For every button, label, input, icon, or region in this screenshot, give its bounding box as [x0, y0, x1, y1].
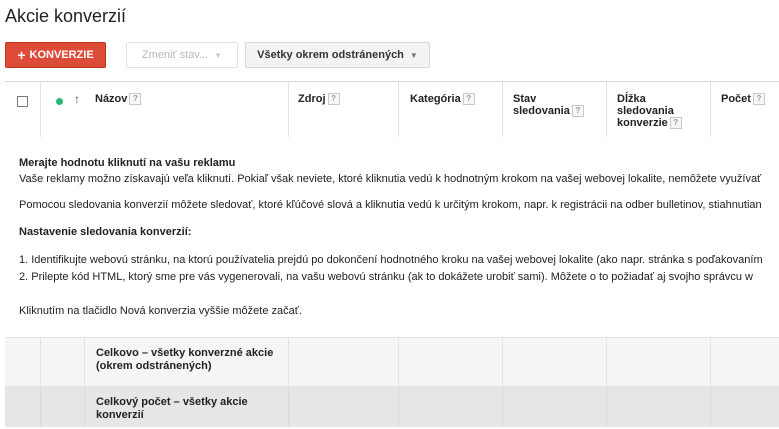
summary-row-label: Celkový počet – všetky akcie konverzií	[96, 396, 248, 421]
sort-arrow-up-icon[interactable]: ↑	[74, 92, 80, 106]
column-divider	[710, 338, 711, 386]
summary-row-label: Celkovo – všetky konverzné akcie (okrem …	[96, 347, 274, 372]
status-filter-dropdown[interactable]: Všetky okrem odstránených ▼	[245, 42, 430, 68]
new-conversion-button[interactable]: + KONVERZIE	[5, 42, 106, 68]
summary-row: Celkový počet – všetky akcie konverzií	[5, 387, 779, 427]
column-divider	[502, 82, 503, 137]
notice-text: Pomocou sledovania konverzií môžete sled…	[19, 199, 762, 211]
column-divider	[710, 82, 711, 137]
select-all-checkbox[interactable]	[17, 96, 28, 107]
help-icon[interactable]: ?	[669, 117, 682, 130]
summary-row: Celkovo – všetky konverzné akcie (okrem …	[5, 338, 779, 387]
help-icon[interactable]: ?	[752, 93, 765, 106]
column-divider	[40, 338, 41, 386]
change-status-label: Zmeniť stav...	[141, 49, 209, 61]
column-divider	[40, 82, 41, 137]
page-title: Akcie konverzií	[5, 6, 127, 26]
column-divider	[398, 82, 399, 137]
help-icon[interactable]: ?	[462, 93, 475, 106]
column-divider	[502, 338, 503, 386]
notice-text: Vaše reklamy možno získavajú veľa kliknu…	[19, 173, 762, 185]
setup-heading: Nastavenie sledovania konverzií:	[19, 226, 192, 238]
column-divider	[606, 338, 607, 386]
column-divider	[502, 387, 503, 427]
change-status-dropdown[interactable]: Zmeniť stav... ▼	[126, 42, 238, 68]
setup-step: 1. Identifikujte webovú stránku, na ktor…	[19, 254, 763, 266]
column-divider	[288, 338, 289, 386]
notice-footer: Kliknutím na tlačidlo Nová konverzia vyš…	[19, 305, 302, 317]
column-header-source[interactable]: Zdroj?	[298, 93, 340, 106]
column-header-name[interactable]: Názov?	[95, 93, 142, 106]
column-header-count[interactable]: Počet?	[721, 93, 765, 106]
empty-state-notice: Merajte hodnotu kliknutí na vašu reklamu…	[5, 137, 779, 338]
column-header-conversion-window[interactable]: Dĺžka sledovania konverzie?	[617, 93, 697, 130]
conversion-actions-table: ↑ Názov? Zdroj? Kategória? Stav sledovan…	[5, 81, 779, 427]
column-divider	[398, 387, 399, 427]
column-divider	[606, 387, 607, 427]
status-filter-label: Všetky okrem odstránených	[257, 49, 404, 61]
column-header-category[interactable]: Kategória?	[410, 93, 475, 106]
chevron-down-icon: ▼	[214, 50, 223, 60]
status-dot-icon	[56, 98, 63, 105]
plus-icon: +	[17, 46, 26, 63]
column-header-tracking-status[interactable]: Stav sledovania?	[513, 93, 593, 118]
table-header: ↑ Názov? Zdroj? Kategória? Stav sledovan…	[5, 81, 779, 138]
column-divider	[288, 82, 289, 137]
help-icon[interactable]: ?	[571, 105, 584, 118]
column-divider	[288, 387, 289, 427]
help-icon[interactable]: ?	[327, 93, 340, 106]
column-divider	[398, 338, 399, 386]
column-divider	[84, 387, 85, 427]
chevron-down-icon: ▼	[409, 50, 418, 60]
column-divider	[40, 387, 41, 427]
column-divider	[84, 338, 85, 386]
notice-heading: Merajte hodnotu kliknutí na vašu reklamu	[19, 157, 236, 169]
setup-step: 2. Prilepte kód HTML, ktorý sme pre vás …	[19, 271, 753, 283]
help-icon[interactable]: ?	[129, 93, 142, 106]
column-divider	[710, 387, 711, 427]
column-divider	[606, 82, 607, 137]
new-conversion-label: KONVERZIE	[29, 49, 94, 61]
